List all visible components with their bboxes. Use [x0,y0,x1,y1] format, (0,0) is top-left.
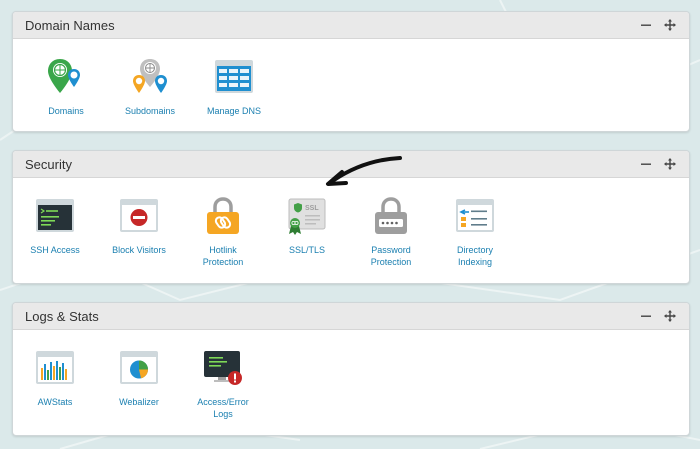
panel-header: Logs & Stats [13,303,689,330]
panel-title: Logs & Stats [25,308,99,324]
panel-title: Security [25,156,72,172]
hotlink-lock-icon [207,197,239,234]
move-icon[interactable] [663,309,677,323]
access-error-logs-icon [204,351,242,385]
manage-dns-icon [215,60,253,93]
item-label: Webalizer [119,397,159,407]
minimize-icon[interactable] [639,157,653,171]
item-label: AWStats [37,397,73,407]
item-label: Subdomains [124,106,176,116]
item-label: Password Protection [370,245,412,267]
ssl-certificate-icon: SSL [288,198,326,235]
subdomains-icon [133,59,167,93]
item-label: SSH Access [30,245,80,255]
move-icon[interactable] [663,157,677,171]
panel-title: Domain Names [25,17,115,33]
webalizer-pie-chart-icon [120,351,158,384]
item-label: SSL/TLS [288,245,326,255]
panel-header: Domain Names [13,12,689,39]
move-icon[interactable] [663,18,677,32]
pointer-arrow-icon [326,156,402,186]
item-label: Block Visitors [112,245,166,255]
item-label: Directory Indexing [456,245,493,267]
item-label: Hotlink Protection [202,245,244,267]
password-lock-icon [375,197,407,234]
item-label: Access/Error Logs [197,397,249,419]
minimize-icon[interactable] [639,309,653,323]
item-label: Domains [48,106,84,116]
item-label: Manage DNS [206,106,262,116]
ssl-badge-text: SSL [305,205,319,212]
domain-names-panel: Domain Names Domains Subdomains Manage D… [12,11,690,132]
block-visitors-icon [120,199,158,232]
terminal-icon [36,199,74,232]
minimize-icon[interactable] [639,18,653,32]
awstats-bar-chart-icon [36,351,74,384]
domains-icon [48,59,80,93]
directory-indexing-icon [456,199,494,232]
logs-stats-panel: Logs & Stats AWStats Webalizer Access/Er… [12,302,690,436]
